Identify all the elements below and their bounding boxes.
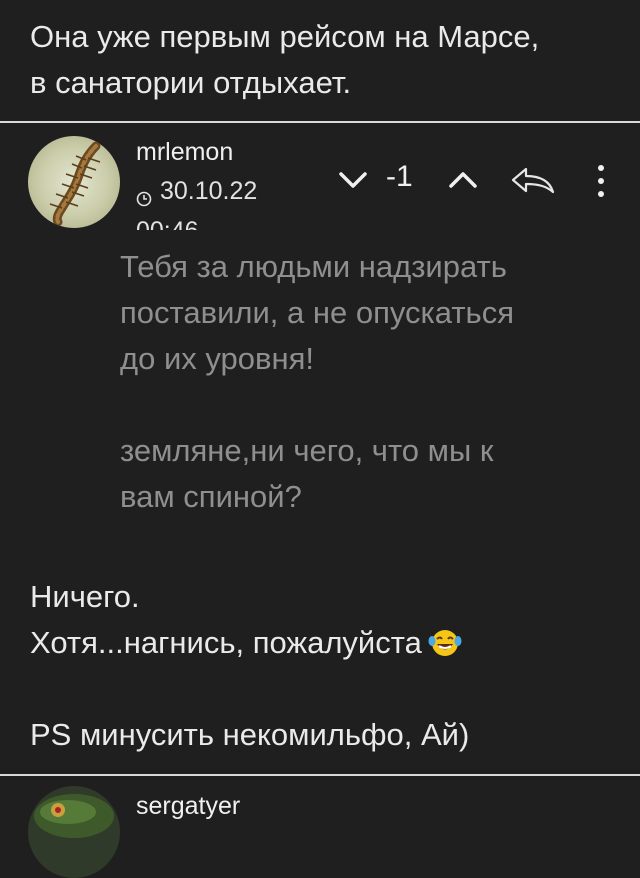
comment-body: Ничего. Хотя...нагнись, пожалуйста PS ми… [30,574,620,758]
previous-comment-line: Она уже первым рейсом на Марсе, [30,19,540,54]
comment-author[interactable]: mrlemon [136,138,233,167]
previous-comment-line: в санатории отдыхает. [30,65,352,100]
chevron-up-icon[interactable] [446,168,480,192]
previous-comment-text: Она уже первым рейсом на Марсе, в санато… [30,14,620,106]
comment-time: 00:46 [136,210,199,230]
comment-divider [0,774,640,776]
comment-line: PS минусить некомильфо, Ай) [30,717,470,752]
quoted-text: Тебя за людьми надзирать поставили, а не… [120,244,620,520]
comment-rating: -1 [386,160,413,193]
quote-spacer [120,382,620,428]
laughing-tears-emoji [428,630,462,656]
more-vertical-icon[interactable] [596,164,606,198]
quote-line: Тебя за людьми надзирать [120,249,507,284]
avatar-beret-image [34,794,114,838]
avatar-centipede-image [49,141,101,227]
comment-line: Хотя...нагнись, пожалуйста [30,620,620,666]
chevron-down-icon[interactable] [336,168,370,192]
clock-icon [136,191,152,207]
quote-line: вам спиной? [120,479,302,514]
quote-line: поставили, а не опускаться [120,295,514,330]
comment-line: Ничего. [30,579,140,614]
reply-icon[interactable] [510,166,556,194]
quote-line: до их уровня! [120,341,314,376]
avatar[interactable] [28,136,120,228]
avatar[interactable] [28,786,120,878]
quote-line: земляне,ни чего, что мы к [120,433,494,468]
comment-date: 30.10.22 [160,177,258,205]
comment-spacer [30,666,620,712]
comment-divider [0,121,640,123]
